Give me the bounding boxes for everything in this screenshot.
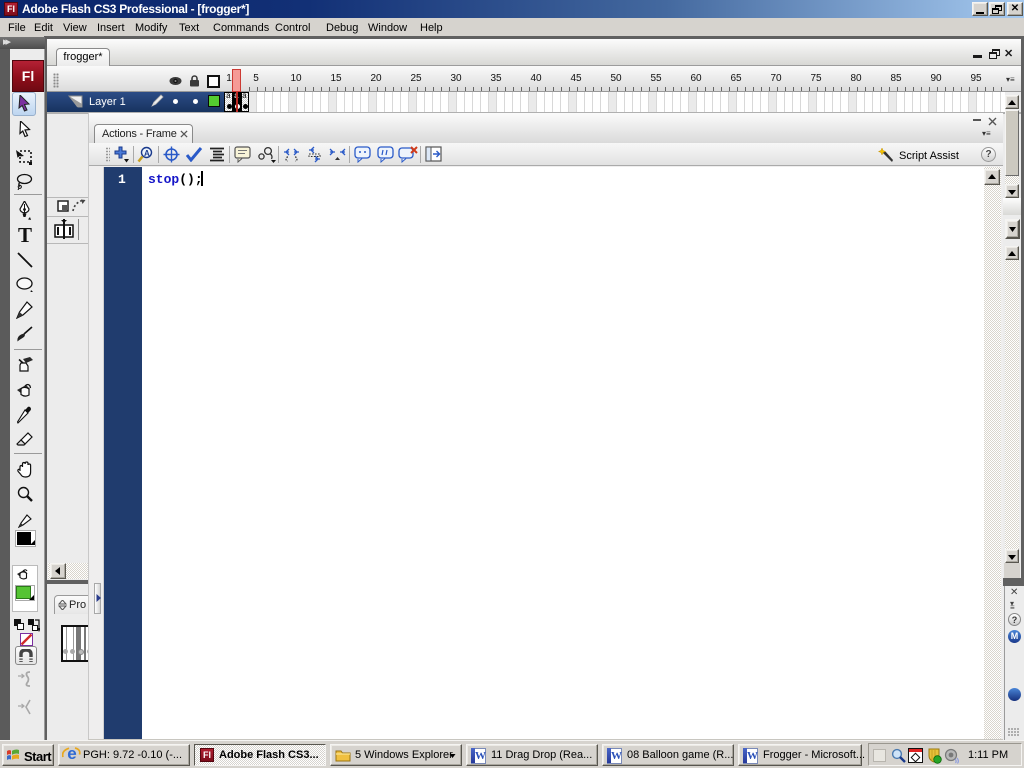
svg-text:A: A	[144, 149, 150, 158]
